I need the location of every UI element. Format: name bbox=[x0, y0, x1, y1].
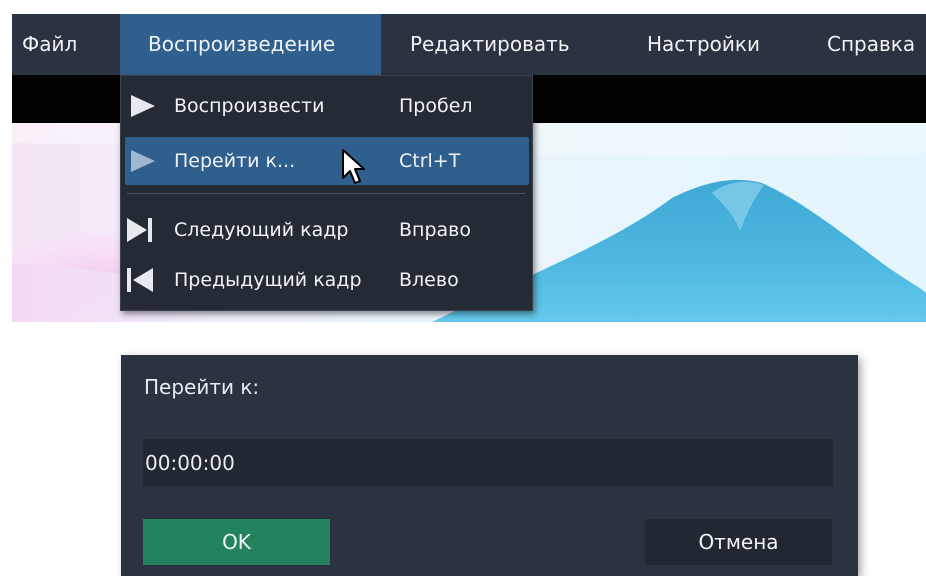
screenshot: Файл Воспроизведение Редактировать Настр… bbox=[0, 0, 926, 576]
menu-item-next-frame[interactable]: Следующий кадр Вправо bbox=[121, 206, 532, 254]
previous-frame-icon bbox=[127, 268, 153, 292]
dialog-title: Перейти к: bbox=[144, 375, 260, 399]
menu-edit[interactable]: Редактировать bbox=[410, 14, 600, 75]
menu-item-play[interactable]: Воспроизвести Пробел bbox=[121, 82, 532, 130]
play-icon bbox=[131, 95, 155, 117]
menu-item-goto-shortcut: Ctrl+T bbox=[399, 150, 461, 172]
next-frame-icon bbox=[127, 218, 152, 242]
menu-file[interactable]: Файл bbox=[22, 14, 122, 75]
menu-item-previous-frame-shortcut: Влево bbox=[399, 269, 459, 291]
menu-settings[interactable]: Настройки bbox=[647, 14, 787, 75]
menu-item-next-frame-label: Следующий кадр bbox=[174, 219, 349, 241]
menu-edit-label: Редактировать bbox=[410, 32, 570, 56]
menu-help[interactable]: Справка bbox=[827, 14, 926, 75]
menu-item-next-frame-shortcut: Вправо bbox=[399, 219, 471, 241]
menu-item-goto-label: Перейти к... bbox=[174, 150, 296, 172]
menu-item-play-label: Воспроизвести bbox=[174, 95, 325, 117]
time-input[interactable] bbox=[143, 439, 833, 486]
mouse-cursor-icon bbox=[342, 149, 365, 184]
goto-dialog: Перейти к: OK Отмена bbox=[121, 355, 858, 576]
menu-item-previous-frame[interactable]: Предыдущий кадр Влево bbox=[121, 256, 532, 304]
cancel-button[interactable]: Отмена bbox=[645, 519, 832, 565]
play-icon bbox=[131, 150, 155, 172]
menu-help-label: Справка bbox=[827, 32, 916, 56]
menu-item-play-shortcut: Пробел bbox=[399, 95, 473, 117]
menu-bar: Файл Воспроизведение Редактировать Настр… bbox=[12, 14, 926, 75]
playback-dropdown: Воспроизвести Пробел Перейти к... Ctrl+T… bbox=[120, 75, 533, 311]
menu-separator bbox=[127, 193, 525, 194]
menu-item-goto[interactable]: Перейти к... Ctrl+T bbox=[125, 137, 529, 185]
menu-item-previous-frame-label: Предыдущий кадр bbox=[174, 269, 362, 291]
menu-playback-label: Воспроизведение bbox=[148, 32, 336, 56]
menu-playback[interactable]: Воспроизведение bbox=[120, 14, 381, 75]
menu-settings-label: Настройки bbox=[647, 32, 760, 56]
menu-file-label: Файл bbox=[22, 32, 78, 56]
ok-button[interactable]: OK bbox=[143, 519, 330, 565]
